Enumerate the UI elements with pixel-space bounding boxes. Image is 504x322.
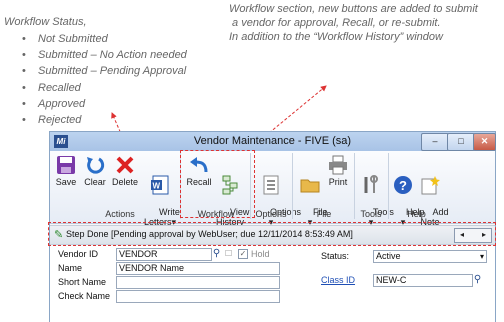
ribbon-separator	[292, 153, 293, 219]
printer-icon	[328, 155, 348, 175]
clear-button[interactable]: Clear	[82, 155, 108, 187]
check-name-label: Check Name	[58, 291, 111, 301]
group-options: Options	[255, 209, 287, 219]
name-label: Name	[58, 263, 83, 273]
class-lookup-icon[interactable]: ⚲	[472, 274, 483, 285]
clear-icon	[85, 155, 105, 175]
hold-label: Hold	[251, 249, 270, 259]
save-button[interactable]: Save	[54, 155, 78, 187]
lookup-icon[interactable]: ⚲	[211, 248, 222, 259]
save-icon	[56, 155, 76, 175]
delete-label: Delete	[112, 177, 139, 187]
delete-icon	[115, 155, 135, 175]
hold-checkbox[interactable]: ✓	[238, 249, 248, 259]
chevron-down-icon: ▾	[479, 252, 484, 261]
vendor-form: Vendor ID VENDOR ⚲ □ ✓ Hold Name VENDOR …	[50, 246, 495, 322]
help-question-icon: ?	[393, 175, 413, 195]
title-bar[interactable]: Mi Vendor Maintenance - FIVE (sa) – □ ✕	[50, 132, 496, 151]
short-name-field[interactable]	[116, 276, 280, 289]
status-select-value: Active	[376, 251, 401, 261]
clear-label: Clear	[84, 177, 106, 187]
vendor-id-field[interactable]: VENDOR	[116, 248, 212, 261]
note-icon[interactable]: □	[223, 248, 234, 259]
svg-text:W: W	[153, 182, 161, 191]
ribbon-separator	[388, 153, 389, 219]
status-label: Status:	[321, 251, 350, 261]
note-star-icon	[420, 175, 440, 195]
word-document-icon: W	[150, 175, 170, 195]
class-id-field[interactable]: NEW-C	[373, 274, 473, 287]
maximize-button[interactable]: □	[447, 133, 475, 151]
class-id-link[interactable]: Class ID	[321, 275, 355, 285]
step-bar-highlight	[48, 222, 496, 246]
group-actions: Actions	[105, 209, 135, 219]
name-field[interactable]: VENDOR Name	[116, 262, 280, 275]
status-select[interactable]: Active ▾	[373, 250, 487, 263]
print-button[interactable]: Print	[326, 155, 350, 187]
save-label: Save	[55, 177, 77, 187]
svg-text:?: ?	[399, 178, 407, 193]
group-tools: Tools	[360, 209, 382, 219]
folder-icon	[300, 175, 320, 195]
short-name-label: Short Name	[58, 277, 107, 287]
workflow-group-highlight	[180, 150, 255, 218]
ribbon-separator	[354, 153, 355, 219]
group-help: Help	[407, 209, 426, 219]
ribbon-toolbar: Save Clear Delete W Write Letters▾ Actio…	[50, 151, 495, 227]
tools-wrench-icon	[361, 175, 381, 195]
minimize-button[interactable]: –	[421, 133, 449, 151]
group-file: File	[316, 209, 332, 219]
vendor-id-label: Vendor ID	[58, 249, 99, 259]
delete-button[interactable]: Delete	[112, 155, 138, 187]
options-list-icon	[261, 175, 281, 195]
print-label: Print	[328, 177, 348, 187]
check-name-field[interactable]	[116, 290, 280, 303]
close-button[interactable]: ✕	[473, 133, 496, 151]
